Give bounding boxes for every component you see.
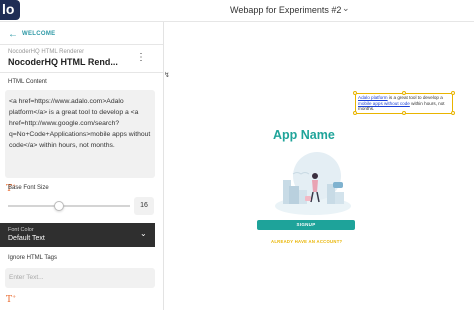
top-bar: lo Webapp for Experiments #2 ⌄ [0,0,474,22]
font-color-dropdown[interactable]: Font Color Default Text ⌄ [0,223,155,247]
resize-handle[interactable] [402,91,406,95]
component-name[interactable]: NocoderHQ HTML Rend... [8,57,118,67]
signup-button[interactable]: SIGNUP [257,220,355,230]
divider [0,44,163,45]
font-size-value[interactable]: 16 [134,197,154,215]
preview-text: is a great tool to develop a [387,95,443,100]
login-link[interactable]: ALREADY HAVE AN ACCOUNT? [271,239,342,244]
preview-link-adalo[interactable]: Adalo platform [358,95,388,100]
font-color-value: Default Text [8,235,45,242]
app-name[interactable]: Webapp for Experiments #2 [230,5,341,15]
html-content-label: HTML Content [8,79,47,85]
resize-handle[interactable] [451,111,455,115]
logo-text: lo [2,1,15,17]
font-size-slider-handle[interactable] [54,201,65,211]
more-options-icon[interactable]: ⋮ [136,52,146,63]
resize-handle[interactable] [353,111,357,115]
ignore-html-tags-label: Ignore HTML Tags [8,255,58,261]
component-type: NocoderHQ HTML Renderer [8,49,85,55]
chevron-down-icon[interactable]: ⌄ [342,3,350,14]
preview-link-google[interactable]: mobile apps without code [358,101,410,106]
html-content-input[interactable]: <a href=https://www.adalo.com>Adalo plat… [5,90,155,178]
cursor-icon: ↯ [164,72,170,79]
chevron-down-icon: ⌄ [140,229,147,238]
properties-panel: ← WELCOME NocoderHQ HTML Renderer Nocode… [0,22,164,310]
magic-text-icon[interactable]: T+ [6,294,16,305]
adalo-logo[interactable]: lo [0,0,20,20]
back-label: WELCOME [22,31,56,37]
ignore-html-tags-input[interactable]: Enter Text... [5,268,155,288]
app-title: App Name [273,128,335,142]
base-font-size-label: Base Font Size [8,185,49,191]
arrow-left-icon: ← [8,29,18,40]
divider [0,72,163,73]
font-size-slider[interactable] [8,205,130,207]
resize-handle[interactable] [402,111,406,115]
resize-handle[interactable] [353,91,357,95]
resize-handle[interactable] [451,91,455,95]
welcome-illustration [275,152,351,215]
font-color-label: Font Color [8,227,34,233]
